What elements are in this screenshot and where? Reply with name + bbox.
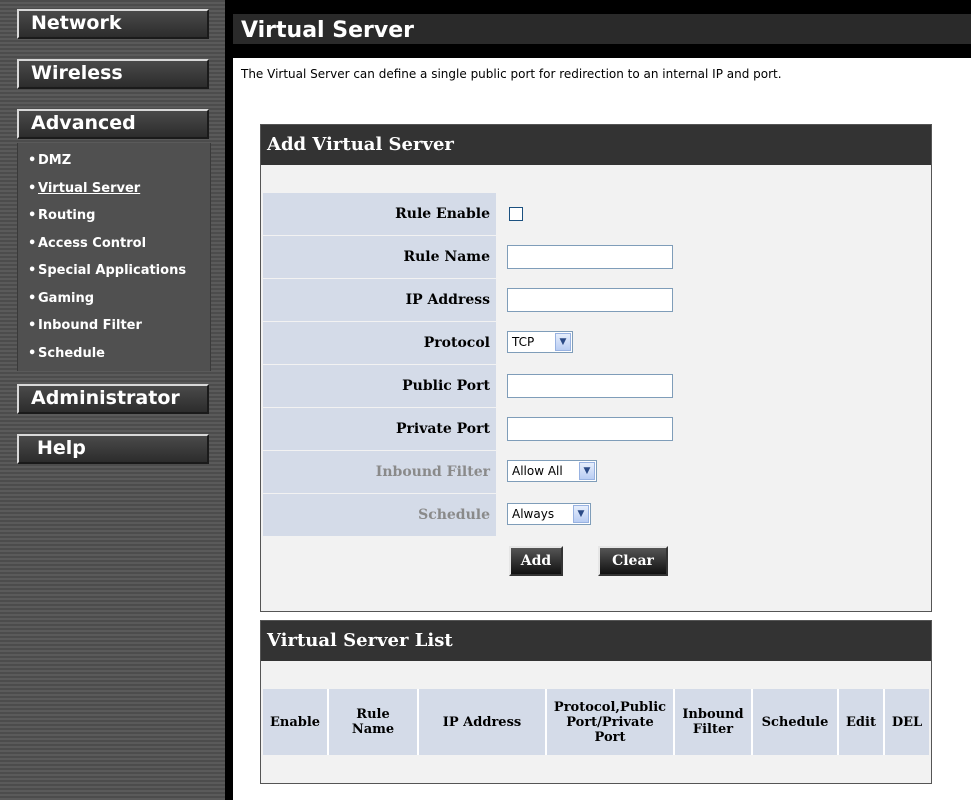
bullet-icon: •	[28, 235, 37, 251]
rule-enable-label: Rule Enable	[263, 193, 496, 235]
page-header: Virtual Server	[233, 14, 971, 44]
virtual-server-table: Enable Rule Name IP Address Protocol,Pub…	[263, 689, 929, 755]
nav-wireless-button[interactable]: Wireless	[17, 59, 209, 89]
col-protocol-ports: Protocol,Public Port/Private Port	[546, 689, 675, 755]
public-port-label: Public Port	[263, 365, 496, 407]
submenu-item-access-control[interactable]: • Access Control	[28, 235, 210, 263]
row-inbound-filter: Inbound Filter Allow All ▼	[263, 451, 933, 493]
inbound-filter-label: Inbound Filter	[263, 451, 496, 493]
inbound-filter-select[interactable]: Allow All ▼	[507, 460, 597, 482]
submenu-item-special-applications[interactable]: • Special Applications	[28, 262, 210, 290]
protocol-value: TCP	[512, 335, 535, 349]
nav-advanced-button[interactable]: Advanced	[17, 109, 209, 139]
advanced-submenu: • DMZ • Virtual Server • Routing • Access Co…	[17, 143, 211, 371]
row-public-port: Public Port	[263, 365, 933, 407]
schedule-label: Schedule	[263, 494, 496, 536]
col-ip-address: IP Address	[418, 689, 547, 755]
ip-address-label: IP Address	[263, 279, 496, 321]
rule-name-label: Rule Name	[263, 236, 496, 278]
ip-address-input[interactable]	[507, 288, 673, 312]
nav-network-button[interactable]: Network	[17, 9, 209, 39]
row-rule-enable: Rule Enable	[263, 193, 933, 235]
chevron-down-icon[interactable]: ▼	[573, 505, 589, 523]
col-enable: Enable	[263, 689, 329, 755]
col-del: DEL	[884, 689, 929, 755]
router-admin-page: Network Wireless Advanced • DMZ • Virtual …	[0, 0, 971, 800]
inbound-filter-value: Allow All	[512, 464, 563, 478]
col-edit: Edit	[838, 689, 885, 755]
sidebar: Network Wireless Advanced • DMZ • Virtual …	[0, 0, 225, 800]
bullet-icon: •	[28, 180, 37, 196]
table-header-row: Enable Rule Name IP Address Protocol,Pub…	[263, 689, 929, 755]
clear-button[interactable]: Clear	[598, 546, 668, 576]
rule-enable-checkbox[interactable]	[509, 207, 523, 221]
col-schedule: Schedule	[752, 689, 839, 755]
row-private-port: Private Port	[263, 408, 933, 450]
protocol-select[interactable]: TCP ▼	[507, 331, 573, 353]
bullet-icon: •	[28, 208, 37, 223]
chevron-down-icon[interactable]: ▼	[555, 333, 571, 351]
bullet-icon: •	[28, 318, 37, 333]
add-virtual-server-panel: Add Virtual Server Rule Enable Rule Name…	[260, 124, 932, 612]
chevron-down-icon[interactable]: ▼	[579, 462, 595, 480]
rule-name-input[interactable]	[507, 245, 673, 269]
submenu-item-inbound-filter[interactable]: • Inbound Filter	[28, 317, 210, 345]
virtual-server-list-panel: Virtual Server List Enable Rule Name IP …	[260, 620, 932, 784]
bullet-icon: •	[28, 153, 37, 168]
row-ip-address: IP Address	[263, 279, 933, 321]
protocol-label: Protocol	[263, 322, 496, 364]
bullet-icon: •	[28, 290, 37, 306]
schedule-value: Always	[512, 507, 555, 521]
add-panel-title: Add Virtual Server	[261, 125, 931, 165]
add-button[interactable]: Add	[509, 546, 563, 576]
row-protocol: Protocol TCP ▼	[263, 322, 933, 364]
bullet-icon: •	[28, 263, 37, 278]
submenu-item-gaming[interactable]: • Gaming	[28, 290, 210, 318]
private-port-label: Private Port	[263, 408, 496, 450]
public-port-input[interactable]	[507, 374, 673, 398]
page-description: The Virtual Server can define a single p…	[241, 67, 782, 81]
submenu-item-dmz[interactable]: • DMZ	[28, 152, 210, 180]
submenu-item-schedule[interactable]: • Schedule	[28, 345, 210, 373]
submenu-item-virtual-server[interactable]: • Virtual Server	[28, 180, 210, 208]
bullet-icon: •	[28, 345, 37, 361]
schedule-select[interactable]: Always ▼	[507, 503, 591, 525]
nav-administrator-button[interactable]: Administrator	[17, 384, 209, 414]
page-title: Virtual Server	[241, 18, 414, 43]
col-inbound-filter: Inbound Filter	[674, 689, 753, 755]
list-panel-title: Virtual Server List	[261, 621, 931, 661]
submenu-item-routing[interactable]: • Routing	[28, 207, 210, 235]
col-rule-name: Rule Name	[328, 689, 419, 755]
row-rule-name: Rule Name	[263, 236, 933, 278]
nav-help-button[interactable]: Help	[17, 434, 209, 464]
row-schedule: Schedule Always ▼	[263, 494, 933, 536]
private-port-input[interactable]	[507, 417, 673, 441]
